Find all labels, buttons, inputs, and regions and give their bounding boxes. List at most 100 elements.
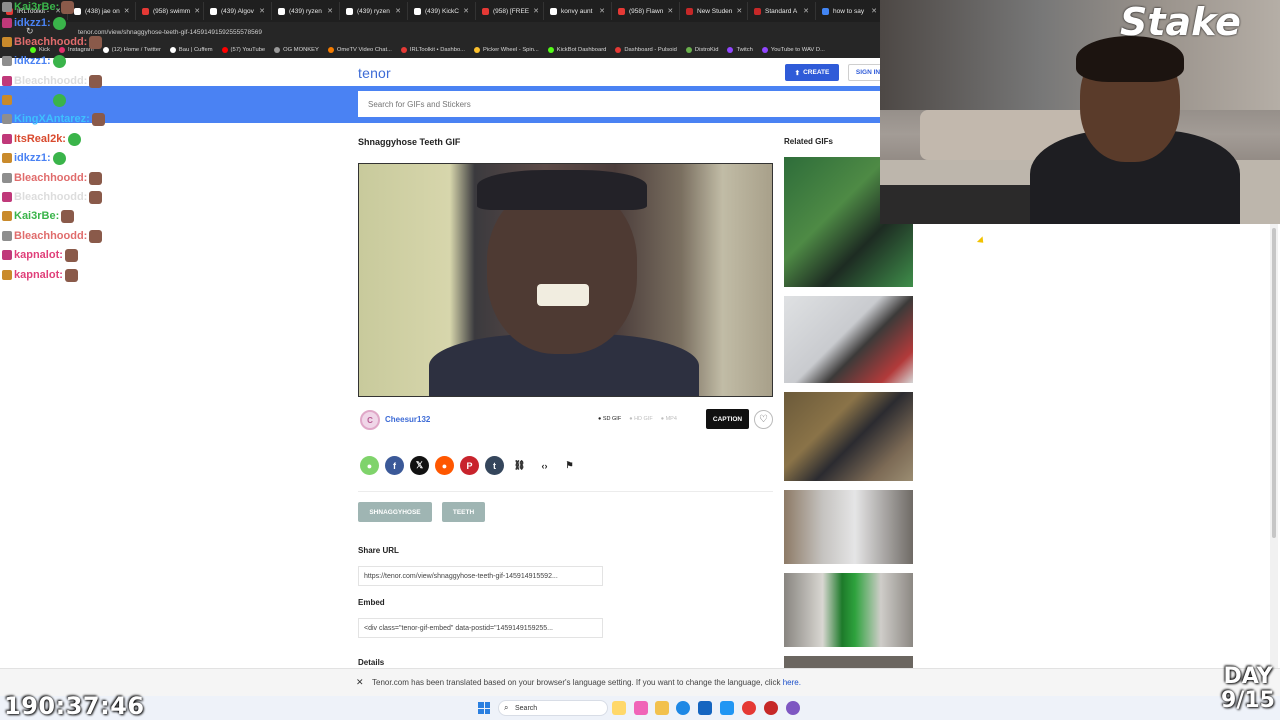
day-value: 9/15 <box>1221 688 1275 713</box>
tab-close-icon[interactable]: ✕ <box>803 7 809 15</box>
app-icon-2[interactable] <box>720 701 734 715</box>
task-view-icon[interactable] <box>612 701 626 715</box>
search-input[interactable] <box>358 91 880 117</box>
browser-tab[interactable]: (439) ryzen ✕ <box>272 2 340 20</box>
tab-close-icon[interactable]: ✕ <box>599 7 605 15</box>
embed-code-field[interactable]: <div class="tenor-gif-embed" data-postid… <box>358 618 603 638</box>
windows-start-icon[interactable] <box>478 702 490 714</box>
tab-close-icon[interactable]: ✕ <box>871 7 877 15</box>
bookmark-icon <box>685 47 692 53</box>
related-gif-3[interactable] <box>784 392 913 481</box>
browser-tab[interactable]: (958) swimm ✕ <box>136 2 204 20</box>
tab-close-icon[interactable]: ✕ <box>395 7 401 15</box>
app-icon[interactable] <box>634 701 648 715</box>
tab-favicon-icon <box>482 7 489 15</box>
related-gif-2[interactable] <box>784 296 913 383</box>
x-icon[interactable]: 𝕏 <box>410 456 429 475</box>
tab-close-icon[interactable]: ✕ <box>667 7 673 15</box>
discord-icon[interactable] <box>786 701 800 715</box>
link-icon[interactable]: ⛓ <box>510 456 529 475</box>
bookmark-item[interactable]: OmeTV Video Chat... <box>327 47 392 53</box>
browser-tab[interactable]: New Studen ✕ <box>680 2 748 20</box>
bookmark-label: OmeTV Video Chat... <box>336 47 392 53</box>
browser-tab[interactable]: how to say ✕ <box>816 2 880 20</box>
divider <box>358 491 773 492</box>
browser-tab[interactable]: (439) ryzen ✕ <box>340 2 408 20</box>
scrollbar-thumb[interactable] <box>1272 228 1276 538</box>
chrome-icon[interactable] <box>742 701 756 715</box>
browser-tab[interactable]: (439) Algov ✕ <box>204 2 272 20</box>
bookmark-item[interactable]: Bau | Cuffem <box>169 47 213 53</box>
tab-label: (439) ryzen <box>357 7 390 15</box>
browser-tab[interactable]: konvy aunt ✕ <box>544 2 612 20</box>
message-icon[interactable]: ● <box>360 456 379 475</box>
bookmark-item[interactable]: (12) Home / Twitter <box>102 47 161 53</box>
create-button[interactable]: ⬆ CREATE <box>785 64 839 81</box>
bookmark-item[interactable]: YouTube to WAV D... <box>761 47 825 53</box>
tab-close-icon[interactable]: ✕ <box>259 7 265 15</box>
chat-username: Kai3rBe: <box>14 210 60 222</box>
main-gif-image[interactable] <box>358 163 773 397</box>
tenor-logo[interactable]: tenor <box>358 65 391 81</box>
tab-label: (438) jae on <box>85 7 120 15</box>
bookmark-item[interactable]: IRLToolkit • Dashbo... <box>400 47 465 53</box>
facebook-icon[interactable]: f <box>385 456 404 475</box>
chat-username: idkzz1: <box>14 152 51 164</box>
bookmark-item[interactable]: OG MONKEY <box>274 47 319 53</box>
bookmark-item[interactable]: Twitch <box>727 47 753 53</box>
format-option[interactable]: ● SD GIF <box>598 416 621 422</box>
reddit-icon[interactable]: ● <box>435 456 454 475</box>
bookmark-item[interactable]: (57) YouTube <box>221 47 265 53</box>
app-icon-3[interactable] <box>764 701 778 715</box>
tab-close-icon[interactable]: ✕ <box>327 7 333 15</box>
related-gif-4[interactable] <box>784 490 913 564</box>
share-url-field[interactable]: https://tenor.com/view/shnaggyhose-teeth… <box>358 566 603 586</box>
format-label: HD GIF <box>634 416 653 422</box>
translation-here-link[interactable]: here. <box>783 678 801 687</box>
store-icon[interactable] <box>698 701 712 715</box>
bookmark-item[interactable]: Dashboard - Pulsoid <box>615 47 677 53</box>
bookmark-item[interactable]: Picker Wheel - Spin... <box>474 47 539 53</box>
day-label: DAY <box>1223 664 1273 689</box>
related-gif-5[interactable] <box>784 573 913 647</box>
browser-tab[interactable]: Standard A ✕ <box>748 2 816 20</box>
related-gif-6[interactable] <box>784 656 913 668</box>
chat-badge-icon <box>2 173 12 183</box>
tab-close-icon[interactable]: ✕ <box>194 7 200 15</box>
username-link[interactable]: Cheesur132 <box>385 415 430 424</box>
favorite-heart-icon[interactable]: ♡ <box>754 410 773 429</box>
tag-teeth[interactable]: TEETH <box>442 502 485 522</box>
bookmark-item[interactable]: KickBot Dashboard <box>547 47 606 53</box>
embed-icon[interactable]: ‹› <box>535 456 554 475</box>
format-options: ● SD GIF ● HD GIF ● MP4 <box>598 416 677 422</box>
format-option[interactable]: ● MP4 <box>661 416 677 422</box>
tumblr-icon[interactable]: t <box>485 456 504 475</box>
tag-shnaggyhose[interactable]: SHNAGGYHOSE <box>358 502 432 522</box>
taskbar-search[interactable]: ⌕ Search <box>498 700 608 716</box>
browser-tab[interactable]: (439) KickC ✕ <box>408 2 476 20</box>
chat-message: Bleachhoodd: <box>2 190 103 204</box>
bookmarks-bar: Kick Instagram (12) Home / Twitter Bau | Cu… <box>0 42 880 58</box>
avatar[interactable]: C <box>360 410 380 430</box>
tab-close-icon[interactable]: ✕ <box>124 7 130 15</box>
flag-icon[interactable]: ⚑ <box>560 456 579 475</box>
tab-close-icon[interactable]: ✕ <box>463 7 469 15</box>
gif-title: Shnaggyhose Teeth GIF <box>358 137 461 147</box>
translation-text: Tenor.com has been translated based on y… <box>372 678 781 687</box>
address-bar[interactable]: ↻ tenor.com/view/shnaggyhose-teeth-gif-1… <box>0 22 880 42</box>
edge-icon[interactable] <box>676 701 690 715</box>
file-explorer-icon[interactable] <box>655 701 669 715</box>
tab-close-icon[interactable]: ✕ <box>736 7 742 15</box>
caption-button[interactable]: CAPTION <box>706 409 749 429</box>
pinterest-icon[interactable]: P <box>460 456 479 475</box>
chat-emote-icon <box>64 248 78 262</box>
browser-tab[interactable]: (958) [FREE ✕ <box>476 2 544 20</box>
format-option[interactable]: ● HD GIF <box>629 416 653 422</box>
bookmark-item[interactable]: DistroKid <box>685 47 718 53</box>
browser-tab[interactable]: (958) Flawn ✕ <box>612 2 680 20</box>
tab-label: (958) [FREE <box>493 7 530 15</box>
chat-username: kapnalot: <box>14 269 63 281</box>
tab-close-icon[interactable]: ✕ <box>533 7 539 15</box>
browser-tab[interactable]: (438) jae on ✕ <box>68 2 136 20</box>
close-icon[interactable]: ✕ <box>356 677 364 688</box>
